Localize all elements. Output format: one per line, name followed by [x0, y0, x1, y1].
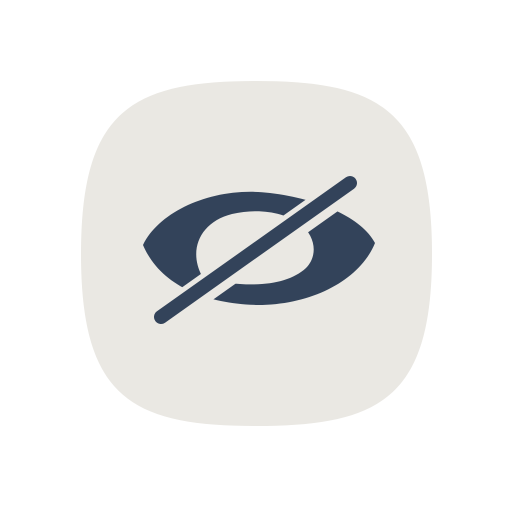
icon-canvas: [0, 0, 512, 512]
app-icon[interactable]: [0, 0, 512, 512]
